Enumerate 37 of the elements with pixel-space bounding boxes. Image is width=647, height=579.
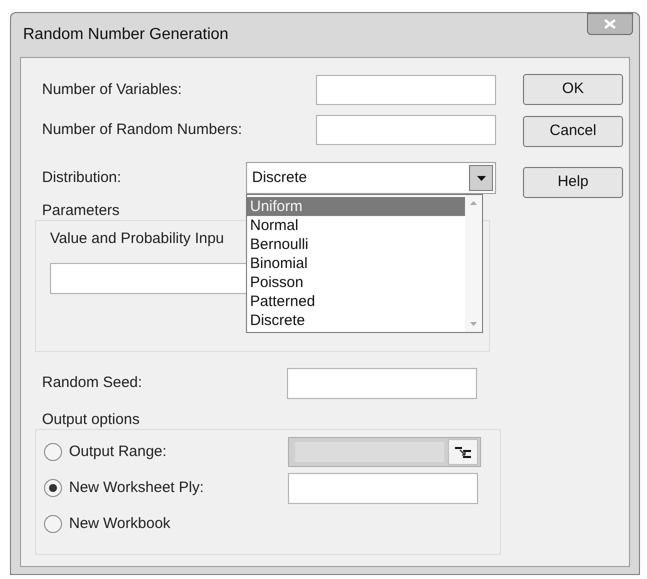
distribution-dropdown[interactable]: Discrete [246,162,496,194]
input-field[interactable] [288,472,478,504]
collapse-dialog-icon [454,444,472,460]
input-field[interactable] [287,368,477,399]
field-label: Value and Probability Inpu [50,229,224,249]
radio-label: New Workbook [69,514,172,534]
dropdown-value: Discrete [252,168,308,188]
caret-icon [476,176,486,180]
scroll-up-icon[interactable] [470,201,477,205]
dropdown-option[interactable]: Normal [247,216,465,235]
scrollbar[interactable] [465,195,482,332]
dialog-button[interactable]: Cancel [523,116,623,147]
field-label: Distribution: [42,168,122,188]
dropdown-option[interactable]: Bernoulli [247,235,465,254]
dropdown-option[interactable]: Poisson [247,273,465,292]
close-icon [604,19,616,29]
radio-label: Output Range: [69,442,168,462]
input-field[interactable] [316,75,496,105]
group-title: Parameters [42,201,120,220]
close-button[interactable] [587,13,633,35]
dropdown-option[interactable]: Uniform [247,197,465,216]
dropdown-option[interactable]: Binomial [247,254,465,273]
dialog-button[interactable]: OK [523,74,623,105]
field-label: Number of Variables: [42,80,183,100]
dropdown-arrow-button[interactable] [469,165,493,191]
radio-button[interactable] [44,515,62,533]
radio-label: New Worksheet Ply: [69,478,205,498]
input-field[interactable] [316,115,496,145]
dropdown-option[interactable]: Discrete [247,311,465,330]
field-label: Random Seed: [42,373,144,394]
group-title: Output options [42,410,140,429]
scroll-down-icon[interactable] [470,322,477,326]
radio-button[interactable] [44,479,62,497]
dropdown-option[interactable]: Patterned [247,292,465,311]
dialog-button[interactable]: Help [523,167,623,198]
window-title: Random Number Generation [23,25,228,45]
field-label: Number of Random Numbers: [42,120,244,140]
